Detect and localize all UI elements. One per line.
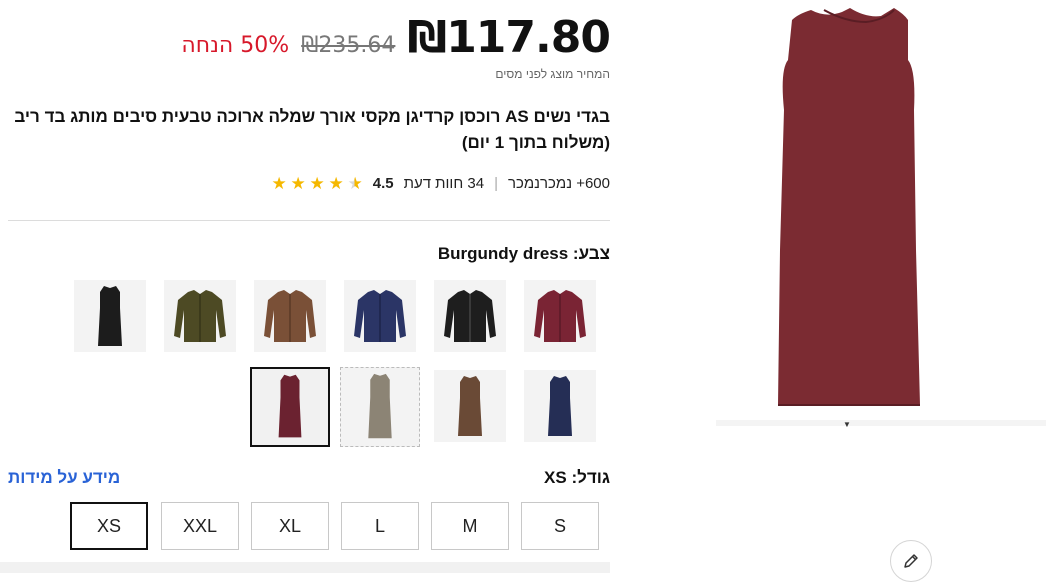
swatch-burgundy-dress-selected[interactable] (250, 367, 330, 447)
swatch-burgundy-cardigan[interactable] (524, 280, 596, 352)
swatch-olive-cardigan[interactable] (164, 280, 236, 352)
size-option-xs[interactable]: XS (70, 502, 148, 550)
size-option-s[interactable]: S (521, 502, 599, 550)
rating-stars: ★ ★ ★ ★ ★ (270, 174, 363, 193)
image-strip (716, 420, 1046, 426)
selected-size: XS (544, 468, 567, 487)
swatch-navy-dress[interactable] (524, 370, 596, 442)
swatch-brown-dress[interactable] (434, 370, 506, 442)
swatch-navy-cardigan[interactable] (344, 280, 416, 352)
chevron-down-icon[interactable]: ▼ (843, 420, 851, 429)
size-option-xl[interactable]: XL (251, 502, 329, 550)
half-star-icon: ★ (347, 174, 363, 193)
divider (8, 220, 610, 221)
original-price: ₪235.64 (301, 33, 396, 58)
bottom-bar (0, 562, 610, 573)
edit-button[interactable] (890, 540, 932, 582)
swatch-black-dress[interactable] (74, 280, 146, 352)
star-icon: ★ (328, 174, 344, 193)
color-label-text: צבע: (572, 244, 610, 263)
selected-color: Burgundy dress (437, 244, 569, 263)
swatch-gray-dress[interactable] (340, 367, 420, 447)
discount-badge: 50% הנחה (181, 33, 290, 58)
rating-row[interactable]: ★ ★ ★ ★ ★ 4.5 34 חוות דעת | 600+ נמכרנמכ… (270, 175, 610, 192)
size-label: גודל: XS (544, 468, 610, 488)
sold-count: 600+ נמכרנמכר (507, 175, 610, 192)
review-count[interactable]: 34 חוות דעת (404, 175, 484, 192)
size-option-l[interactable]: L (341, 502, 419, 550)
product-image[interactable] (716, 0, 1046, 425)
tax-note: המחיר מוצג לפני מסים (495, 67, 610, 81)
size-option-m[interactable]: M (431, 502, 509, 550)
star-icon: ★ (290, 174, 306, 193)
size-label-text: גודל: (571, 468, 610, 487)
pencil-icon (904, 554, 918, 568)
swatch-brown-cardigan[interactable] (254, 280, 326, 352)
product-title: בגדי נשים AS רוכסן קרדיגן מקסי אורך שמלה… (14, 107, 610, 152)
size-option-xxl[interactable]: XXL (161, 502, 239, 550)
color-label: צבע: Burgundy dress (438, 244, 610, 264)
swatch-black-cardigan[interactable] (434, 280, 506, 352)
size-guide-link[interactable]: מידע על מידות (8, 468, 120, 488)
star-icon: ★ (309, 174, 325, 193)
star-icon: ★ (271, 174, 287, 193)
current-price: ₪117.80 (407, 12, 611, 63)
price-row: ₪117.80 ₪235.64 50% הנחה (181, 12, 611, 63)
rating-value: 4.5 (372, 175, 394, 192)
separator: | (494, 175, 498, 192)
